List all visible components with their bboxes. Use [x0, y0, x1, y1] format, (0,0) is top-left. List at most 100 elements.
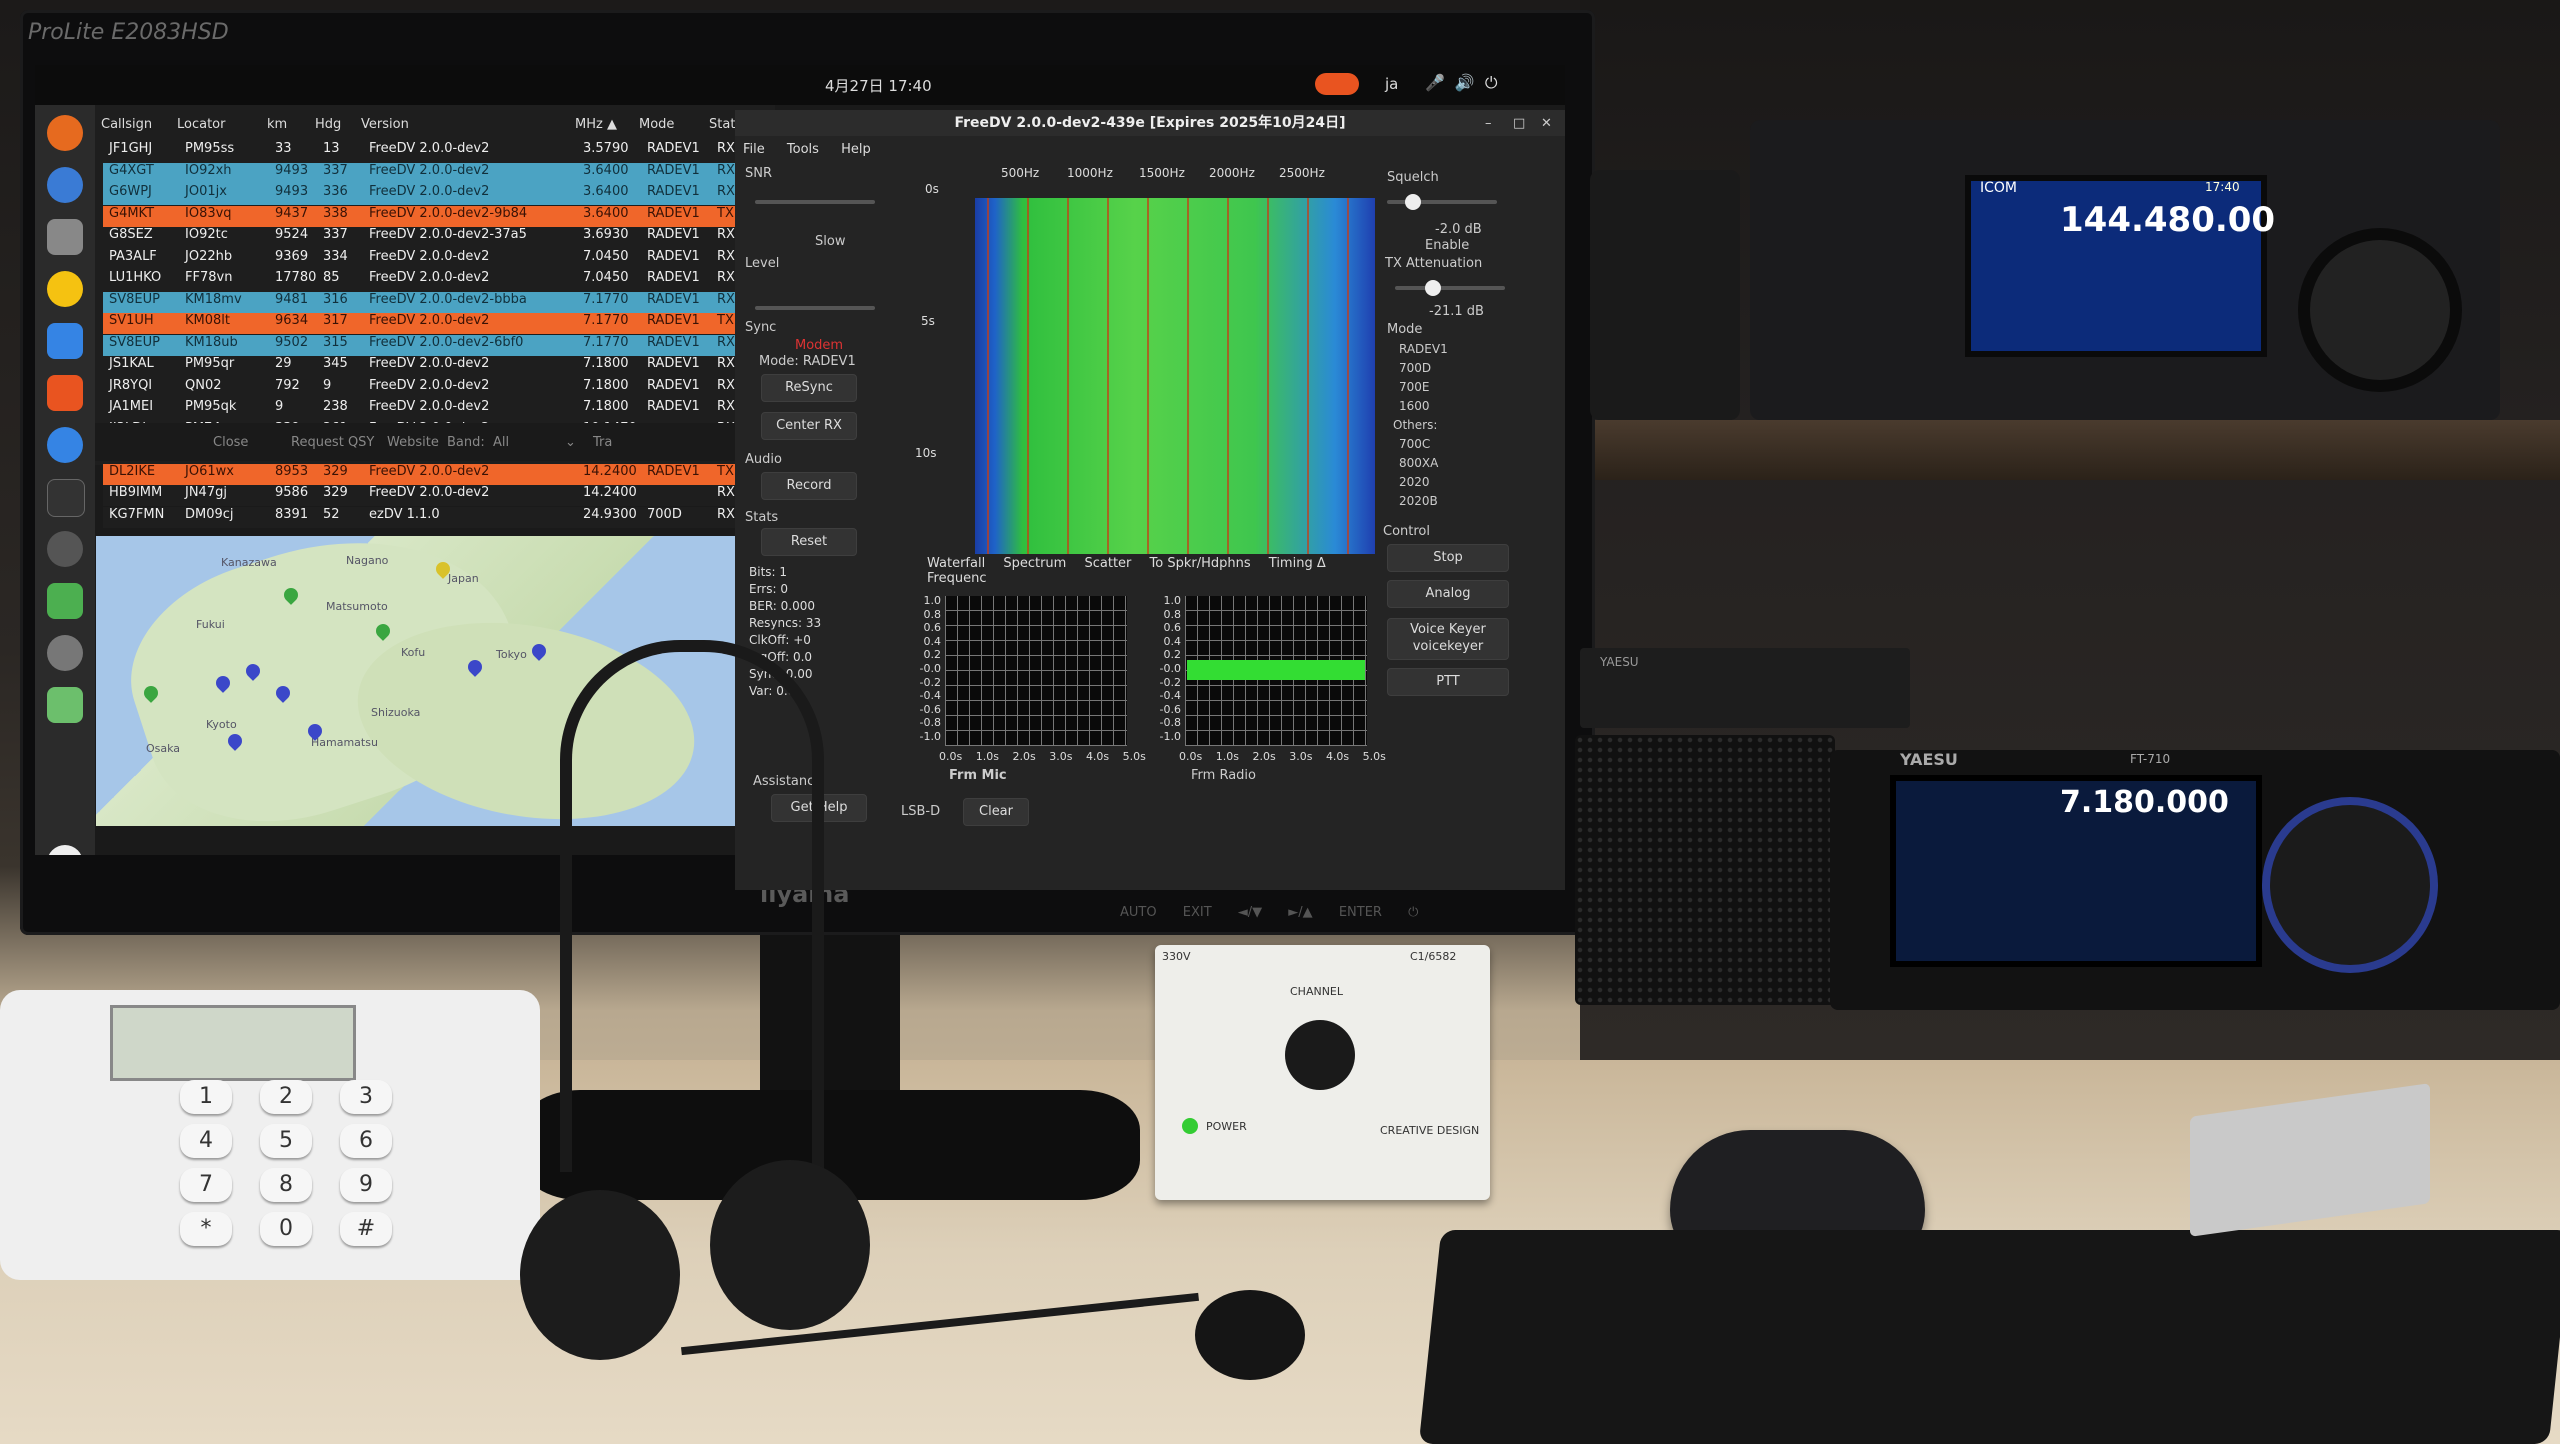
system-tray-icons[interactable]: 🎤🔊⏻ — [1425, 73, 1508, 93]
enable-checkbox[interactable]: Enable — [1425, 238, 1469, 253]
col-locator[interactable]: Locator — [177, 117, 225, 132]
squelch-slider-handle[interactable] — [1405, 194, 1421, 210]
mode-radio-700c[interactable]: 700C — [1399, 435, 1448, 454]
topbar-lang[interactable]: ja — [1385, 75, 1398, 93]
ptt-button[interactable]: PTT — [1387, 668, 1509, 696]
tab-waterfall[interactable]: Waterfall — [927, 556, 985, 571]
table-row[interactable]: KG7FMN DM09cj 8391 52 ezDV 1.1.0 24.9300 700D R… — [103, 506, 775, 528]
phone-key[interactable]: 9 — [340, 1168, 392, 1202]
phone-key[interactable]: * — [180, 1212, 232, 1246]
table-row[interactable]: JA1MEI PM95qk 9 238 FreeDV 2.0.0-dev2 7.1800 R… — [103, 399, 775, 420]
disc-icon[interactable] — [47, 531, 83, 567]
menu-tools[interactable]: Tools — [787, 142, 819, 157]
monitor-btn-label[interactable]: AUTO — [1120, 905, 1157, 920]
app-center-icon[interactable] — [47, 375, 83, 411]
table-row[interactable]: SV1UH KM08lt 9634 317 FreeDV 2.0.0-dev2 7.177… — [103, 313, 775, 334]
files-icon[interactable] — [47, 219, 83, 255]
mode-radio-2020[interactable]: 2020 — [1399, 473, 1448, 492]
phone-key[interactable]: # — [340, 1212, 392, 1246]
mode-radio-1600[interactable]: 1600 — [1399, 397, 1448, 416]
close-icon[interactable]: ✕ — [1541, 116, 1552, 131]
analog-button[interactable]: Analog — [1387, 580, 1509, 608]
phone-key[interactable]: 1 — [180, 1080, 232, 1114]
monitor-btn-label[interactable]: ENTER — [1339, 905, 1382, 920]
phone-key[interactable]: 4 — [180, 1124, 232, 1158]
col-callsign[interactable]: Callsign — [101, 117, 152, 132]
waterfall-display[interactable] — [975, 198, 1375, 554]
table-row[interactable]: G6WPJ JO01jx 9493 336 FreeDV 2.0.0-dev2 3.640… — [103, 184, 775, 205]
rhythmbox-icon[interactable] — [47, 271, 83, 307]
clear-button[interactable]: Clear — [963, 798, 1029, 826]
table-row[interactable]: HB9IMM JN47gj 9586 329 FreeDV 2.0.0-dev2 14.2… — [103, 485, 775, 506]
icom-vfo-dial[interactable] — [2310, 240, 2450, 380]
table-row[interactable]: PA3ALF JO22hb 9369 334 FreeDV 2.0.0-dev2 7.04… — [103, 248, 775, 270]
battery-icon[interactable] — [47, 583, 83, 619]
tab-frequency[interactable]: Frequenc — [927, 571, 986, 586]
menu-help[interactable]: Help — [841, 142, 871, 157]
phone-key[interactable]: 7 — [180, 1168, 232, 1202]
table-row[interactable]: JR8YQI QN02 792 9 FreeDV 2.0.0-dev2 7.1800 RAD… — [103, 377, 775, 399]
mode-radio-2020b[interactable]: 2020B — [1399, 492, 1448, 511]
slow-checkbox[interactable]: Slow — [815, 234, 845, 249]
website-button[interactable]: Website — [387, 435, 439, 450]
table-row[interactable]: JS1KAL PM95qr 29 345 FreeDV 2.0.0-dev2 7.1800… — [103, 356, 775, 377]
writer-icon[interactable] — [47, 323, 83, 359]
mode-radio-radev1[interactable]: RADEV1 — [1399, 340, 1448, 359]
record-button[interactable]: Record — [761, 472, 857, 500]
tx-attenuation-slider[interactable] — [1395, 286, 1505, 290]
trash-icon[interactable] — [47, 687, 83, 723]
col-km[interactable]: km — [267, 117, 287, 132]
col-mhz[interactable]: MHz ▲ — [575, 117, 617, 132]
mode-radio-800xa[interactable]: 800XA — [1399, 454, 1448, 473]
thunderbird-icon[interactable] — [47, 167, 83, 203]
monitor-btn-label[interactable]: ►/▲ — [1288, 905, 1312, 920]
settings-icon[interactable] — [47, 635, 83, 671]
col-hdg[interactable]: Hdg — [315, 117, 341, 132]
phone-key[interactable]: 8 — [260, 1168, 312, 1202]
request-qsy-button[interactable]: Request QSY — [291, 435, 374, 450]
center-rx-button[interactable]: Center RX — [761, 412, 857, 440]
channel-knob[interactable] — [1285, 1020, 1355, 1090]
maximize-icon[interactable]: □ — [1513, 116, 1525, 131]
table-row[interactable]: DL2IKE JO61wx 8953 329 FreeDV 2.0.0-dev2 14.2… — [103, 463, 775, 485]
phone-key[interactable]: 3 — [340, 1080, 392, 1114]
tab-frm-radio[interactable]: Frm Radio — [1191, 768, 1256, 783]
col-mode[interactable]: Mode — [639, 117, 674, 132]
tra-button[interactable]: Tra — [593, 435, 612, 450]
monitor-btn-label[interactable]: ◄/▼ — [1238, 905, 1262, 920]
monitor-btn-label[interactable]: EXIT — [1183, 905, 1212, 920]
phone-key[interactable]: 6 — [340, 1124, 392, 1158]
reset-button[interactable]: Reset — [761, 528, 857, 556]
mode-radio-700e[interactable]: 700E — [1399, 378, 1448, 397]
menu-file[interactable]: File — [743, 142, 765, 157]
help-icon[interactable] — [47, 427, 83, 463]
monitor-btn-label[interactable]: ⏻ — [1408, 905, 1418, 920]
firefox-icon[interactable] — [47, 115, 83, 151]
close-button[interactable]: Close — [213, 435, 248, 450]
tab-frm-mic[interactable]: Frm Mic — [949, 768, 1007, 783]
chevron-down-icon[interactable]: ⌄ — [565, 435, 576, 450]
tx-attenuation-handle[interactable] — [1425, 280, 1441, 296]
stop-button[interactable]: Stop — [1387, 544, 1509, 572]
others-expander[interactable]: Others: — [1393, 416, 1448, 435]
table-row[interactable]: LU1HKO FF78vn 17780 85 FreeDV 2.0.0-dev2 7.04… — [103, 270, 775, 291]
ft710-vfo-dial[interactable] — [2270, 805, 2430, 965]
terminal-icon[interactable] — [47, 479, 85, 517]
table-row[interactable]: G4MKT IO83vq 9437 338 FreeDV 2.0.0-dev2-9b84… — [103, 205, 775, 227]
tab-to-spkr[interactable]: To Spkr/Hdphns — [1150, 556, 1251, 571]
voice-keyer-button[interactable]: Voice Keyer voicekeyer — [1387, 618, 1509, 660]
col-version[interactable]: Version — [361, 117, 409, 132]
table-row[interactable]: SV8EUP KM18ub 9502 315 FreeDV 2.0.0-dev2-6bf… — [103, 334, 775, 356]
mode-radio-700d[interactable]: 700D — [1399, 359, 1448, 378]
phone-key[interactable]: 2 — [260, 1080, 312, 1114]
tab-scatter[interactable]: Scatter — [1084, 556, 1131, 571]
squelch-slider[interactable] — [1387, 200, 1497, 204]
phone-key[interactable]: 0 — [260, 1212, 312, 1246]
tab-timing[interactable]: Timing Δ — [1269, 556, 1326, 571]
input-method-indicator[interactable] — [1315, 73, 1359, 95]
table-row[interactable]: SV8EUP KM18mv 9481 316 FreeDV 2.0.0-dev2-bbb… — [103, 291, 775, 313]
table-row[interactable]: G8SEZ IO92tc 9524 337 FreeDV 2.0.0-dev2-37a5… — [103, 227, 775, 248]
resync-button[interactable]: ReSync — [761, 374, 857, 402]
minimize-icon[interactable]: – — [1485, 116, 1492, 131]
table-row[interactable]: G4XGT IO92xh 9493 337 FreeDV 2.0.0-dev2 3.640… — [103, 162, 775, 184]
